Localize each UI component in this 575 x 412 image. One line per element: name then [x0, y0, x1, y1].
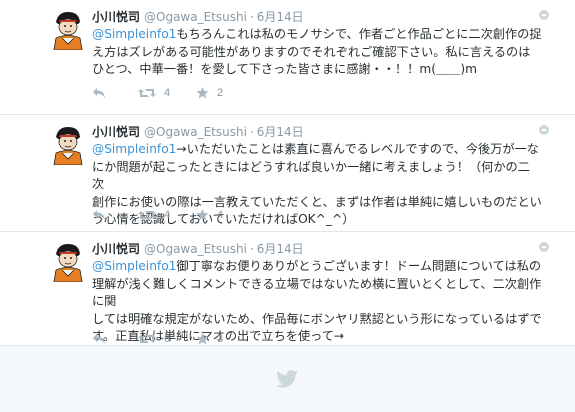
user-name[interactable]: 小川悦司: [92, 125, 140, 139]
tweet-header: 小川悦司 @Ogawa_Etsushi · 6月14日: [92, 8, 304, 26]
tweet-text: @Simpleinfo1もちろんこれは私のモノサシで、作者ごと作品ごとに二次創作…: [92, 26, 542, 79]
tweet-line: にか問題が起こったときにはどうすれば良いか一緒に考えましょう！（何かの二次: [92, 159, 530, 192]
reply-button[interactable]: [92, 206, 106, 224]
retweet-button[interactable]: 4: [138, 84, 170, 102]
user-handle[interactable]: @Ogawa_Etsushi: [144, 242, 247, 256]
chevron-down-icon[interactable]: [539, 242, 549, 252]
favorite-count: 4: [217, 209, 224, 221]
twitter-bird-icon: [276, 370, 298, 388]
favorite-count: 3: [217, 333, 224, 345]
timeline: 小川悦司 @Ogawa_Etsushi · 6月14日 @Simpleinfo1もちろ…: [0, 0, 575, 412]
favorite-count: 2: [217, 87, 224, 99]
reply-button[interactable]: [92, 84, 106, 102]
mention-link[interactable]: @Simpleinfo1: [92, 142, 176, 156]
tweet-line: しては明確な規定がないため、作品毎にボンヤリ黙認という形になっているはずで: [92, 311, 542, 326]
tweet-line: →いただいたことは素直に喜んでるレベルですので、今後万が一な: [176, 142, 539, 156]
tweet-line: え方はズレがある可能性がありますのでそれぞれご確認下さい。私に言えるのは: [92, 44, 531, 59]
separator: ·: [249, 125, 254, 139]
user-name[interactable]: 小川悦司: [92, 242, 140, 256]
user-handle[interactable]: @Ogawa_Etsushi: [144, 125, 247, 139]
tweet-date[interactable]: 6月14日: [257, 125, 304, 139]
favorite-button[interactable]: 4: [196, 206, 223, 224]
reply-icon: [93, 334, 105, 344]
tweet-item[interactable]: 小川悦司 @Ogawa_Etsushi · 6月14日 @Simpleinfo1もちろ…: [0, 0, 575, 115]
tweet-item[interactable]: 小川悦司 @Ogawa_Etsushi · 6月14日 @Simpleinfo1→いた…: [0, 115, 575, 232]
retweet-count: 4: [164, 87, 171, 99]
avatar[interactable]: [48, 240, 88, 282]
tweet-item[interactable]: 小川悦司 @Ogawa_Etsushi · 6月14日 @Simpleinfo1御丁寧…: [0, 232, 575, 346]
star-icon: [196, 209, 209, 221]
tweet-line: もちろんこれは私のモノサシで、作者ごと作品ごとに二次創作の捉: [176, 27, 542, 41]
retweet-count: 4: [164, 209, 171, 221]
tweet-date[interactable]: 6月14日: [257, 242, 304, 256]
retweet-icon: [138, 89, 156, 97]
timeline-footer: [0, 346, 575, 412]
tweet-header: 小川悦司 @Ogawa_Etsushi · 6月14日: [92, 123, 304, 141]
chevron-down-icon[interactable]: [539, 10, 549, 20]
star-icon: [196, 333, 209, 345]
reply-icon: [93, 88, 105, 98]
avatar[interactable]: [48, 123, 88, 165]
avatar[interactable]: [48, 8, 88, 50]
mention-link[interactable]: @Simpleinfo1: [92, 27, 176, 41]
retweet-count: 6: [164, 333, 171, 345]
chevron-down-icon[interactable]: [539, 125, 549, 135]
tweet-line: 理解が浅く難しくコメントできる立場ではないため横に置いとくとして、二次創作に関: [92, 276, 542, 309]
separator: ·: [249, 10, 254, 24]
user-name[interactable]: 小川悦司: [92, 10, 140, 24]
tweet-line: 御丁寧なお便りありがとうございます！ドーム問題については私の: [176, 259, 542, 273]
mention-link[interactable]: @Simpleinfo1: [92, 259, 176, 273]
retweet-icon: [138, 211, 156, 219]
tweet-line: ひとつ、中華一番！を愛して下さった皆さまに感謝・・！！m(＿＿)m: [92, 62, 477, 76]
tweet-date[interactable]: 6月14日: [257, 10, 304, 24]
tweet-header: 小川悦司 @Ogawa_Etsushi · 6月14日: [92, 240, 304, 258]
star-icon: [196, 87, 209, 99]
retweet-icon: [138, 335, 156, 343]
retweet-button[interactable]: 4: [138, 206, 170, 224]
user-handle[interactable]: @Ogawa_Etsushi: [144, 10, 247, 24]
favorite-button[interactable]: 2: [196, 84, 223, 102]
separator: ·: [249, 242, 254, 256]
reply-icon: [93, 210, 105, 220]
